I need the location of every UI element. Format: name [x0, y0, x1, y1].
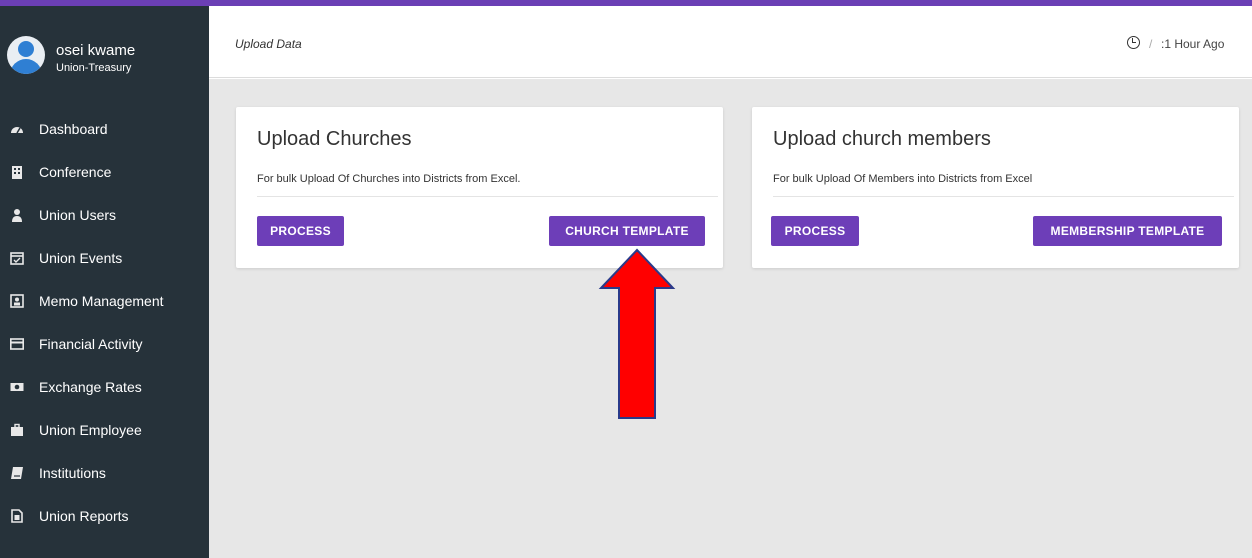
- sidebar-item-financial-activity[interactable]: Financial Activity: [0, 327, 209, 361]
- breadcrumb-separator: /: [1149, 37, 1153, 51]
- briefcase-icon: [10, 423, 24, 437]
- calendar-check-icon: [10, 251, 24, 265]
- avatar: [7, 36, 45, 74]
- sidebar-item-label: Conference: [39, 164, 112, 180]
- book-icon: [10, 466, 24, 480]
- avatar-body: [10, 59, 42, 74]
- sidebar-item-conference[interactable]: Conference: [0, 155, 209, 189]
- dashboard-icon: [10, 122, 24, 136]
- sidebar-item-label: Financial Activity: [39, 336, 143, 352]
- sidebar-item-union-reports[interactable]: Union Reports: [0, 499, 209, 533]
- sidebar-item-memo-management[interactable]: Memo Management: [0, 284, 209, 318]
- breadcrumb: Upload Data: [235, 37, 302, 51]
- last-updated-time: :1 Hour Ago: [1161, 37, 1225, 51]
- upload-churches-card: Upload Churches For bulk Upload Of Churc…: [236, 107, 723, 268]
- process-churches-button[interactable]: PROCESS: [257, 216, 344, 246]
- card-title: Upload Churches: [257, 128, 412, 150]
- memo-icon: [10, 294, 24, 308]
- sidebar-item-label: Institutions: [39, 465, 106, 481]
- building-icon: [10, 165, 24, 179]
- process-members-button[interactable]: PROCESS: [771, 216, 859, 246]
- sidebar-item-union-employee[interactable]: Union Employee: [0, 413, 209, 447]
- sidebar-item-union-users[interactable]: Union Users: [0, 198, 209, 232]
- user-role: Union-Treasury: [56, 62, 132, 74]
- sidebar-item-dashboard[interactable]: Dashboard: [0, 112, 209, 146]
- sidebar-item-label: Union Reports: [39, 508, 129, 524]
- sidebar-item-exchange-rates[interactable]: Exchange Rates: [0, 370, 209, 404]
- divider: [773, 196, 1234, 197]
- money-bill-icon: [10, 380, 24, 394]
- sidebar-item-label: Exchange Rates: [39, 379, 142, 395]
- sidebar-item-label: Union Users: [39, 207, 117, 223]
- sidebar: osei kwame Union-Treasury Dashboard Conf…: [0, 6, 209, 558]
- annotation-arrow: [598, 248, 676, 419]
- membership-template-button[interactable]: MEMBERSHIP TEMPLATE: [1033, 216, 1222, 246]
- card-description: For bulk Upload Of Members into District…: [773, 173, 1033, 185]
- card-description: For bulk Upload Of Churches into Distric…: [257, 173, 521, 185]
- avatar-head: [18, 41, 34, 57]
- church-template-button[interactable]: CHURCH TEMPLATE: [549, 216, 705, 246]
- sidebar-item-institutions[interactable]: Institutions: [0, 456, 209, 490]
- report-icon: [10, 509, 24, 523]
- divider: [257, 196, 718, 197]
- sidebar-item-union-events[interactable]: Union Events: [0, 241, 209, 275]
- card-title: Upload church members: [773, 128, 991, 150]
- main-content: Upload Churches For bulk Upload Of Churc…: [209, 79, 1252, 558]
- clock-icon: [1127, 36, 1140, 49]
- page-header: Upload Data / :1 Hour Ago: [209, 6, 1252, 78]
- sidebar-item-label: Memo Management: [39, 293, 164, 309]
- user-name: osei kwame: [56, 42, 136, 59]
- upload-members-card: Upload church members For bulk Upload Of…: [752, 107, 1239, 268]
- sidebar-item-label: Union Employee: [39, 422, 142, 438]
- sidebar-item-label: Union Events: [39, 250, 123, 266]
- credit-card-icon: [10, 337, 24, 351]
- sidebar-item-label: Dashboard: [39, 121, 108, 137]
- user-profile: osei kwame Union-Treasury: [0, 6, 209, 92]
- user-icon: [10, 208, 24, 222]
